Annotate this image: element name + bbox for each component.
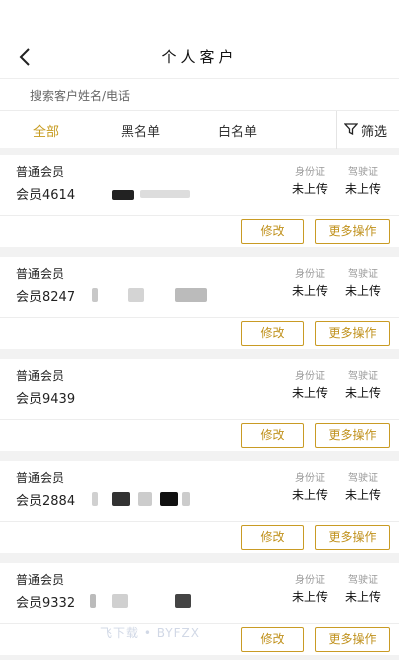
header-bar: 个人客户 [0, 0, 399, 78]
driver-license-value: 未上传 [344, 590, 381, 604]
driver-license-status: 驾驶证 未上传 [340, 265, 386, 299]
redacted-phone [92, 492, 98, 506]
id-card-status: 身份证 未上传 [287, 571, 333, 605]
member-name: 会员9332 [16, 596, 76, 611]
id-card-label: 身份证 [295, 371, 325, 382]
divider [0, 215, 399, 216]
member-level: 普通会员 [16, 165, 65, 179]
redacted-phone [112, 492, 130, 506]
search-bar [0, 78, 399, 110]
id-card-status: 身份证 未上传 [287, 265, 333, 299]
more-actions-button[interactable]: 更多操作 [315, 219, 390, 244]
id-card-value: 未上传 [291, 488, 328, 502]
member-name: 会员9439 [16, 392, 76, 407]
customer-card: 普通会员 会员9439 身份证 未上传 驾驶证 未上传 修改 更多操作 [0, 359, 399, 451]
driver-license-status: 驾驶证 未上传 [340, 163, 386, 197]
redacted-phone [128, 288, 144, 302]
id-card-value: 未上传 [291, 182, 328, 196]
redacted-phone [92, 288, 98, 302]
driver-license-status: 驾驶证 未上传 [340, 469, 386, 503]
redacted-phone [112, 190, 134, 200]
edit-button[interactable]: 修改 [241, 321, 304, 346]
id-card-value: 未上传 [291, 386, 328, 400]
more-actions-button[interactable]: 更多操作 [315, 525, 390, 550]
redacted-phone [90, 594, 96, 608]
member-level: 普通会员 [16, 471, 65, 485]
divider [0, 521, 399, 522]
driver-license-label: 驾驶证 [348, 269, 378, 280]
redacted-phone [175, 594, 191, 608]
filter-icon [344, 123, 358, 135]
filter-button[interactable]: 筛选 [336, 111, 399, 149]
edit-button[interactable]: 修改 [241, 525, 304, 550]
id-card-status: 身份证 未上传 [287, 163, 333, 197]
id-card-value: 未上传 [291, 284, 328, 298]
watermark: 飞下载 • BYFZX [100, 626, 200, 640]
id-card-label: 身份证 [295, 575, 325, 586]
id-card-value: 未上传 [291, 590, 328, 604]
more-actions-button[interactable]: 更多操作 [315, 423, 390, 448]
member-level: 普通会员 [16, 573, 65, 587]
member-name: 会员2884 [16, 494, 76, 509]
driver-license-value: 未上传 [344, 182, 381, 196]
customer-card: 普通会员 会员9332 身份证 未上传 驾驶证 未上传 修改 更多操作 [0, 563, 399, 655]
driver-license-label: 驾驶证 [348, 371, 378, 382]
id-card-label: 身份证 [295, 473, 325, 484]
redacted-phone [112, 594, 128, 608]
driver-license-value: 未上传 [344, 488, 381, 502]
driver-license-status: 驾驶证 未上传 [340, 367, 386, 401]
driver-license-value: 未上传 [344, 386, 381, 400]
customer-card: 普通会员 会员2884 身份证 未上传 驾驶证 未上传 修改 更多操作 [0, 461, 399, 553]
id-card-status: 身份证 未上传 [287, 367, 333, 401]
tab-blacklist[interactable]: 黑名单 [121, 121, 160, 140]
divider [0, 419, 399, 420]
divider [0, 317, 399, 318]
edit-button[interactable]: 修改 [241, 627, 304, 652]
edit-button[interactable]: 修改 [241, 423, 304, 448]
redacted-phone [140, 190, 190, 198]
member-name: 会员4614 [16, 188, 76, 203]
filter-label: 筛选 [361, 125, 388, 140]
page-title: 个人客户 [161, 48, 238, 66]
id-card-label: 身份证 [295, 167, 325, 178]
customer-card: 普通会员 会员4614 身份证 未上传 驾驶证 未上传 修改 更多操作 [0, 155, 399, 247]
driver-license-label: 驾驶证 [348, 167, 378, 178]
customer-card: 普通会员 会员8247 身份证 未上传 驾驶证 未上传 修改 更多操作 [0, 257, 399, 349]
redacted-phone [175, 288, 207, 302]
driver-license-status: 驾驶证 未上传 [340, 571, 386, 605]
driver-license-label: 驾驶证 [348, 473, 378, 484]
tab-whitelist[interactable]: 白名单 [218, 121, 257, 140]
redacted-phone [182, 492, 190, 506]
id-card-label: 身份证 [295, 269, 325, 280]
member-level: 普通会员 [16, 369, 65, 383]
redacted-phone [138, 492, 152, 506]
redacted-phone [160, 492, 178, 506]
more-actions-button[interactable]: 更多操作 [315, 321, 390, 346]
more-actions-button[interactable]: 更多操作 [315, 627, 390, 652]
search-input[interactable] [30, 85, 360, 107]
tab-bar: 全部 黑名单 白名单 筛选 [0, 110, 399, 149]
id-card-status: 身份证 未上传 [287, 469, 333, 503]
member-name: 会员8247 [16, 290, 76, 305]
driver-license-value: 未上传 [344, 284, 381, 298]
member-level: 普通会员 [16, 267, 65, 281]
edit-button[interactable]: 修改 [241, 219, 304, 244]
tab-all[interactable]: 全部 [33, 121, 59, 140]
driver-license-label: 驾驶证 [348, 575, 378, 586]
